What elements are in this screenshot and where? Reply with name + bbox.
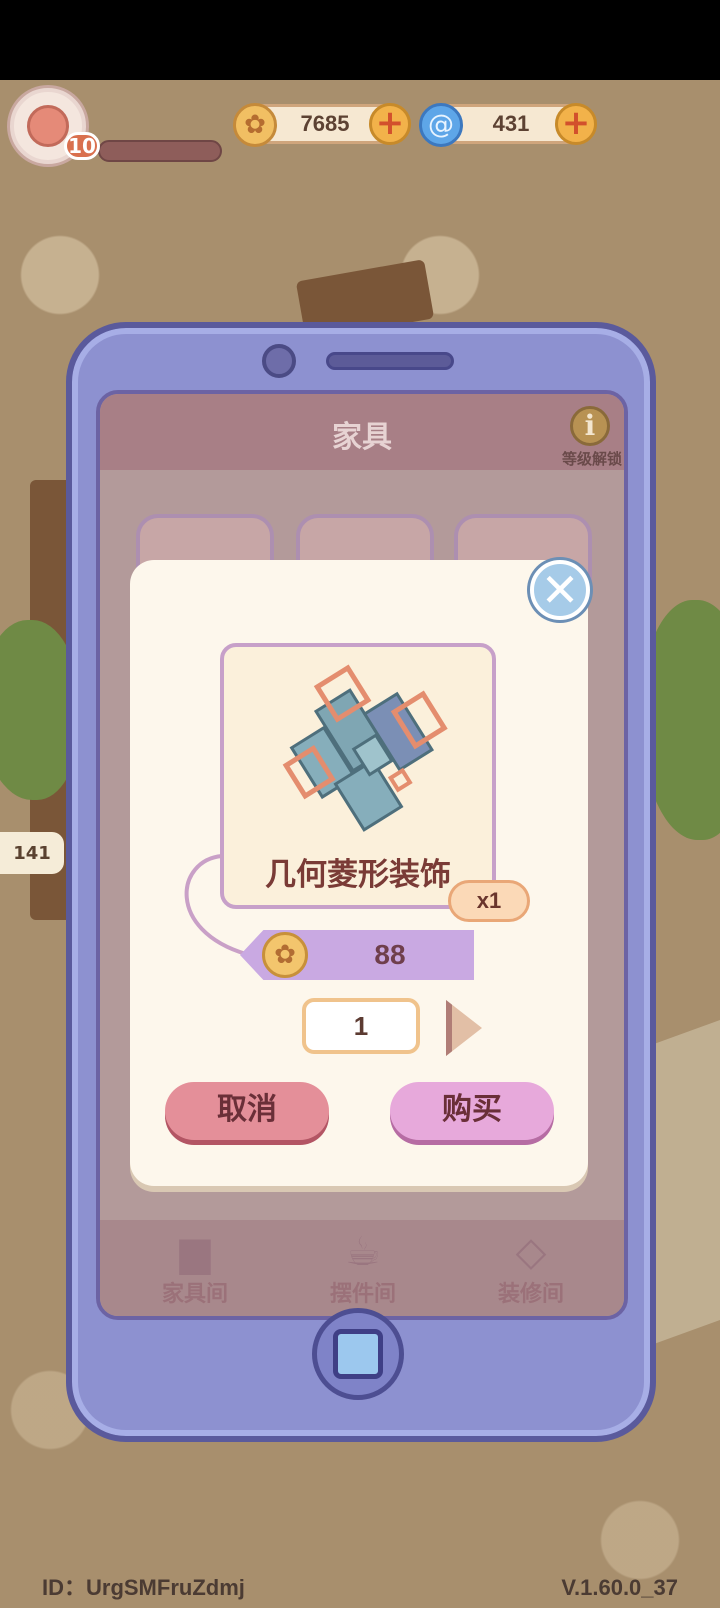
quantity-badge: x1 bbox=[448, 880, 530, 922]
quantity-input[interactable]: 1 bbox=[302, 998, 420, 1054]
tab-ornament-room[interactable]: ☕ 摆件间 bbox=[288, 1228, 438, 1308]
version-label: V.1.60.0_37 bbox=[561, 1575, 678, 1600]
close-button[interactable]: ✕ bbox=[530, 560, 590, 620]
level-badge: 10 bbox=[64, 132, 100, 160]
info-icon[interactable]: i bbox=[570, 406, 610, 446]
cancel-button[interactable]: 取消 bbox=[165, 1082, 329, 1140]
player-id: ID：UrgSMFruZdmj bbox=[42, 1575, 245, 1600]
add-gems-button[interactable]: + bbox=[555, 103, 597, 145]
floor-tile-icon: ◇ bbox=[515, 1229, 547, 1275]
speaker-slot bbox=[326, 352, 454, 370]
buy-button[interactable]: 购买 bbox=[390, 1082, 554, 1140]
add-coins-button[interactable]: + bbox=[369, 103, 411, 145]
side-count-bubble[interactable]: 141 bbox=[0, 832, 64, 874]
tab-furniture-room-label: 家具间 bbox=[161, 1282, 228, 1307]
tab-furniture-room[interactable]: ▆ 家具间 bbox=[120, 1228, 270, 1308]
home-square-icon bbox=[333, 1329, 383, 1379]
tab-decoration-room-label: 装修间 bbox=[497, 1282, 564, 1307]
tab-decoration-room[interactable]: ◇ 装修间 bbox=[456, 1228, 606, 1308]
armchair-icon: ▆ bbox=[179, 1229, 211, 1275]
gem-counter: @ 431 + bbox=[419, 103, 597, 147]
teacup-icon: ☕ bbox=[345, 1229, 381, 1275]
bottom-nav: ▆ 家具间 ☕ 摆件间 ◇ 装修间 bbox=[100, 1220, 624, 1316]
screen-header: 家具 i 等级解锁 bbox=[100, 394, 624, 470]
page-title: 家具 bbox=[332, 420, 392, 455]
coin-icon: ✿ bbox=[233, 103, 277, 147]
level-unlock-label[interactable]: 等级解锁 bbox=[562, 448, 622, 469]
swirl-gem-icon: @ bbox=[419, 103, 463, 147]
camera-icon bbox=[262, 344, 296, 378]
price-value: 88 bbox=[374, 939, 406, 970]
coin-icon: ✿ bbox=[262, 932, 308, 978]
coin-counter: ✿ 7685 + bbox=[233, 103, 411, 147]
phone-home-button[interactable] bbox=[312, 1308, 404, 1400]
geometric-rhombus-decor-icon bbox=[282, 664, 448, 832]
status-bar bbox=[0, 0, 720, 80]
gem-value: 431 bbox=[492, 111, 530, 136]
side-count-value: 141 bbox=[13, 842, 51, 864]
tab-ornament-room-label: 摆件间 bbox=[329, 1282, 396, 1307]
coin-value: 7685 bbox=[300, 111, 350, 136]
experience-bar bbox=[98, 140, 222, 162]
snail-icon bbox=[27, 105, 69, 147]
